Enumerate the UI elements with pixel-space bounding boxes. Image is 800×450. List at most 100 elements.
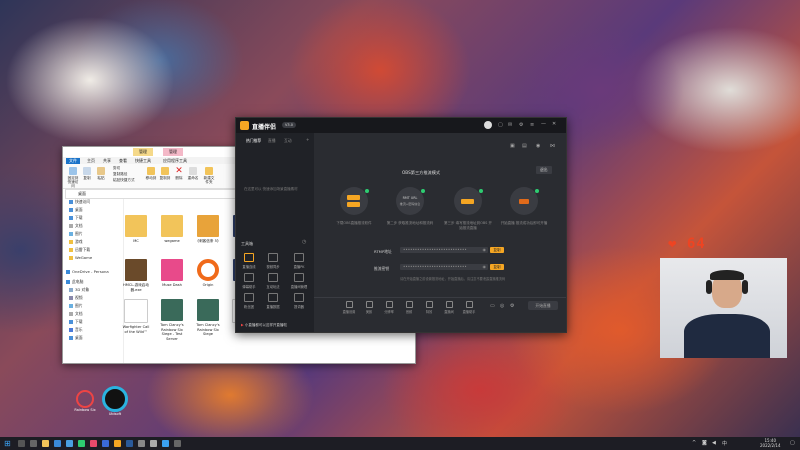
pin-quick-access-button[interactable]: 固定到快速访问 xyxy=(67,167,79,188)
nav-item[interactable]: WeGame xyxy=(69,255,92,260)
nav-item[interactable]: 此电脑 xyxy=(66,279,83,285)
app-icon[interactable] xyxy=(150,440,157,447)
task-view-icon[interactable] xyxy=(30,440,37,447)
capture-icon[interactable]: ▣ xyxy=(510,143,515,149)
volume-icon[interactable]: ◀ xyxy=(712,440,716,446)
wechat-icon[interactable] xyxy=(78,440,85,447)
nav-item[interactable]: 音乐 xyxy=(69,327,83,333)
tool-room[interactable]: 直播间 xyxy=(442,301,456,314)
tool-fans[interactable]: 粉丝团 xyxy=(238,293,260,309)
desktop-icon-rainbow[interactable]: Rainbow Six xyxy=(70,390,100,412)
message-icon[interactable]: ✉ xyxy=(508,122,512,128)
cut-button[interactable]: 剪切 xyxy=(113,166,135,170)
tool-live-settings[interactable]: 直播设置 xyxy=(342,301,356,314)
tool-interactive[interactable]: 互动玩法 xyxy=(262,273,284,289)
tool-assistant[interactable]: 直播助手 xyxy=(462,301,476,314)
nav-item[interactable]: 文档 xyxy=(69,223,83,229)
side-tab-interact[interactable]: 互动 xyxy=(284,138,292,144)
tool-prompter[interactable]: 提词器 xyxy=(288,293,310,309)
close-icon[interactable]: ✕ xyxy=(552,121,556,127)
new-folder-button[interactable]: 新建文件夹 xyxy=(203,167,215,184)
paste-shortcut-button[interactable]: 粘贴快捷方式 xyxy=(113,178,135,182)
tool-data[interactable]: 直播数据 xyxy=(262,293,284,309)
tool-effects[interactable]: 特效 xyxy=(422,301,436,314)
nav-item[interactable]: 下载 xyxy=(69,215,83,221)
tool-connect[interactable]: 直播连线 xyxy=(238,253,260,269)
share-icon[interactable]: ⋈ xyxy=(550,143,555,149)
exit-mode-button[interactable]: 退出 xyxy=(536,166,552,174)
edge-icon[interactable] xyxy=(54,440,61,447)
eye-icon[interactable]: ◉ xyxy=(483,264,487,269)
app-icon[interactable] xyxy=(66,440,73,447)
nav-item[interactable]: OneDrive - Persona xyxy=(66,269,109,274)
menu-icon[interactable]: ≡ xyxy=(530,122,534,128)
side-tab-hot[interactable]: 热门推荐 xyxy=(246,138,261,144)
settings-icon[interactable]: ⚙ xyxy=(519,122,523,128)
tool-room-manage[interactable]: 直播间管理 xyxy=(288,273,310,289)
move-to-button[interactable]: 移动到 xyxy=(145,167,157,180)
stream-key-field[interactable]: ••••••••••••••••••••••••••• ◉ xyxy=(400,264,488,270)
gear-icon[interactable]: ⚙ xyxy=(510,303,514,309)
info-icon[interactable]: ◉ xyxy=(536,143,540,149)
copy-to-button[interactable]: 复制到 xyxy=(159,167,171,180)
copy-rtmp-button[interactable]: 复制 xyxy=(490,247,504,253)
nav-item[interactable]: 桌面 xyxy=(69,207,83,213)
version-badge[interactable]: V3.0 xyxy=(282,122,296,128)
start-icon[interactable]: ⊞ xyxy=(4,439,11,448)
nav-item[interactable]: 下载 xyxy=(69,319,83,325)
tool-resolution[interactable]: 分辨率 xyxy=(382,301,396,314)
nav-item[interactable]: 3D 对象 xyxy=(69,287,89,293)
tool-pk[interactable]: 直播PK xyxy=(288,253,310,269)
nav-item[interactable]: 图片 xyxy=(69,303,83,309)
file-item[interactable]: Origin xyxy=(193,259,223,288)
avatar[interactable] xyxy=(484,121,492,129)
file-item[interactable]: 《刺客信条 5》 xyxy=(193,215,223,244)
side-tab-live[interactable]: 直播 xyxy=(268,138,276,144)
clock[interactable]: 15:40 2022/2/14 xyxy=(760,438,781,448)
nav-item[interactable]: 图片 xyxy=(69,231,83,237)
nav-item[interactable]: 文档 xyxy=(69,311,83,317)
context-tab-manage-app[interactable]: 管理 xyxy=(163,148,183,156)
nav-item[interactable]: 桌面 xyxy=(69,335,83,341)
file-item[interactable]: Tom Clancy's Rainbow Six Siege - Test Se… xyxy=(157,299,187,341)
network-icon[interactable]: ◙ xyxy=(702,440,707,446)
skin-icon[interactable]: ▢ xyxy=(498,122,503,128)
app-icon[interactable] xyxy=(138,440,145,447)
tool-beauty[interactable]: 美颜 xyxy=(362,301,376,314)
file-item[interactable]: Muse Dash xyxy=(157,259,187,288)
tool-video-sync[interactable]: 视频同步 xyxy=(262,253,284,269)
mic-icon[interactable]: ◎ xyxy=(500,303,504,309)
notice-bar[interactable]: ▶ 小直播都可以这样开直播啦 xyxy=(241,323,287,328)
app-icon[interactable] xyxy=(90,440,97,447)
camera-icon[interactable]: ▭ xyxy=(490,303,495,309)
search-icon[interactable] xyxy=(18,440,25,447)
delete-button[interactable]: ✕ 删除 xyxy=(173,167,185,181)
tool-danmaku[interactable]: 弹幕助手 xyxy=(238,273,260,289)
app-titlebar[interactable]: 直播伴侣 V3.0 ▢ ✉ ⚙ ≡ — ✕ xyxy=(236,118,566,133)
steam-icon[interactable] xyxy=(126,440,133,447)
app-icon[interactable] xyxy=(162,440,169,447)
app-icon[interactable] xyxy=(174,440,181,447)
tray-arrow-icon[interactable]: ^ xyxy=(692,440,696,446)
tool-audio[interactable]: 音频 xyxy=(402,301,416,314)
file-item[interactable]: HMCL-游戏启动器.exe xyxy=(121,259,151,292)
app-icon[interactable] xyxy=(102,440,109,447)
nav-item[interactable]: 迅雷下载 xyxy=(69,247,90,253)
paste-button[interactable]: 粘贴 xyxy=(95,167,107,180)
notification-icon[interactable]: ▢ xyxy=(790,440,795,446)
toolbox-settings-icon[interactable]: ◷ xyxy=(302,239,306,245)
nav-item[interactable]: 视频 xyxy=(69,295,83,301)
live-companion-icon[interactable] xyxy=(114,440,121,447)
minimize-icon[interactable]: — xyxy=(541,121,546,127)
rename-button[interactable]: 重命名 xyxy=(187,167,199,180)
nav-item[interactable]: 快速访问 xyxy=(69,199,90,205)
context-tab-manage[interactable]: 管理 xyxy=(133,148,153,156)
copy-button[interactable]: 复制 xyxy=(81,167,93,180)
rtmp-address-field[interactable]: ••••••••••••••••••••••••••• ◉ xyxy=(400,247,488,253)
nav-item[interactable]: 游戏 xyxy=(69,239,83,245)
gift-icon[interactable]: ▤ xyxy=(522,143,527,149)
file-explorer-icon[interactable] xyxy=(42,440,49,447)
start-live-button[interactable]: 开始直播 xyxy=(528,301,558,310)
file-item[interactable]: Tom Clancy's Rainbow Six Siege xyxy=(193,299,223,337)
eye-icon[interactable]: ◉ xyxy=(483,247,487,252)
